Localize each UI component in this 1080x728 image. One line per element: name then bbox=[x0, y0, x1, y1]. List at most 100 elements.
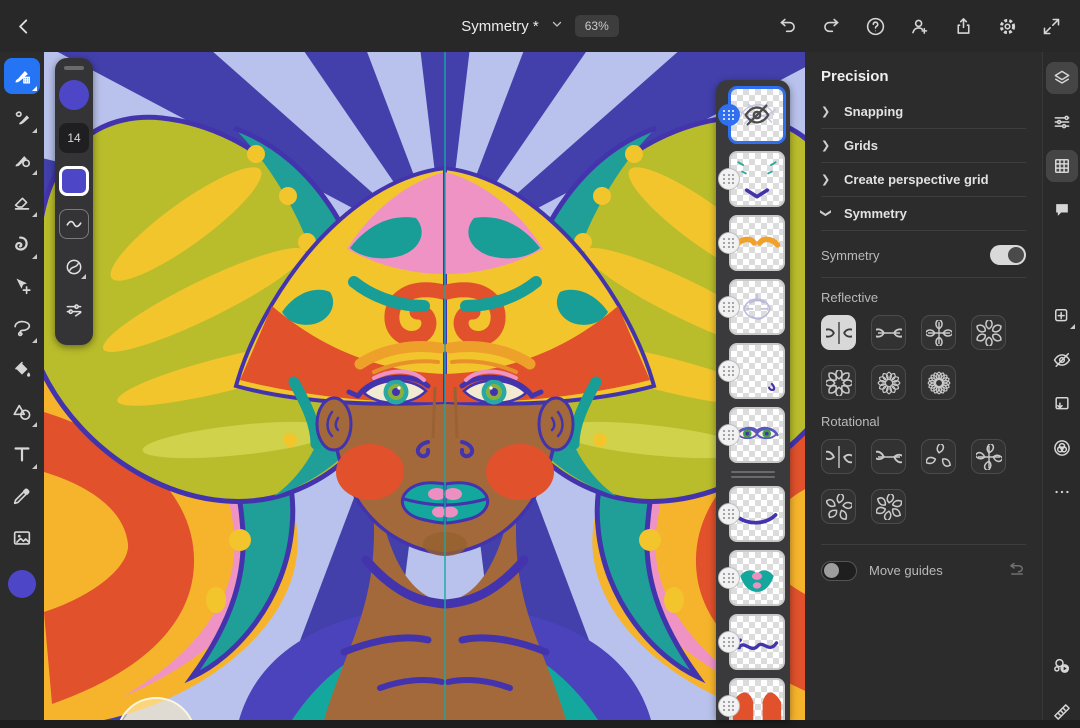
zoom-level-badge[interactable]: 63% bbox=[575, 15, 619, 37]
layer-item-marks[interactable] bbox=[729, 151, 785, 207]
layer-item-eyes[interactable] bbox=[729, 407, 785, 463]
symmetry-toggle[interactable] bbox=[990, 245, 1026, 265]
layer-options-chip[interactable] bbox=[718, 631, 740, 653]
layer-options-chip[interactable] bbox=[718, 695, 740, 717]
rotational-rotate-six-button[interactable] bbox=[871, 489, 906, 524]
layer-item-speck[interactable] bbox=[729, 343, 785, 399]
layer-options-chip[interactable] bbox=[718, 503, 740, 525]
layer-options-chip[interactable] bbox=[718, 360, 740, 382]
stabilizer-button[interactable] bbox=[59, 252, 89, 282]
topbar-actions bbox=[772, 11, 1080, 41]
layer-options-chip[interactable] bbox=[718, 104, 740, 126]
blend-modes-button[interactable] bbox=[1046, 432, 1078, 464]
lasso-select-tool[interactable] bbox=[4, 310, 40, 346]
brush-size-field[interactable]: 14 bbox=[59, 123, 89, 153]
layer-options-chip[interactable] bbox=[718, 168, 740, 190]
reflective-mirror-vertical-button[interactable] bbox=[821, 315, 856, 350]
reflective-mirror-four-way-button[interactable] bbox=[921, 315, 956, 350]
layers-button[interactable] bbox=[1046, 62, 1078, 94]
section-symmetry[interactable]: ❯ Symmetry bbox=[821, 197, 1026, 231]
help-icon[interactable] bbox=[860, 11, 890, 41]
smoothing-button[interactable] bbox=[59, 209, 89, 239]
layer-options-chip[interactable] bbox=[718, 567, 740, 589]
reset-undo-icon[interactable] bbox=[1008, 559, 1026, 582]
brush-preview-color[interactable] bbox=[59, 80, 89, 110]
layer-options-chip[interactable] bbox=[718, 296, 740, 318]
rotational-rotate-three-button[interactable] bbox=[921, 439, 956, 474]
section-grids[interactable]: ❯ Grids bbox=[821, 129, 1026, 163]
current-color-chip[interactable] bbox=[8, 570, 36, 598]
layer-item-lips[interactable] bbox=[729, 550, 785, 606]
rotational-rotate-five-button[interactable] bbox=[821, 489, 856, 524]
taskbar-rail bbox=[1042, 52, 1080, 720]
brush-properties-button[interactable] bbox=[1046, 106, 1078, 138]
pixel-brush-tool[interactable] bbox=[4, 58, 40, 94]
rotational-rotate-four-button[interactable] bbox=[971, 439, 1006, 474]
fill-tool[interactable] bbox=[4, 352, 40, 388]
rotational-rotate-two-button[interactable] bbox=[821, 439, 856, 474]
add-layer-button[interactable] bbox=[1046, 300, 1078, 332]
comment-button[interactable] bbox=[1046, 194, 1078, 226]
redo-icon[interactable] bbox=[816, 11, 846, 41]
section-snapping[interactable]: ❯ Snapping bbox=[821, 95, 1026, 129]
layer-item-orange-bits[interactable] bbox=[729, 678, 785, 720]
reflective-mirror-twelve-way-button[interactable] bbox=[871, 365, 906, 400]
title-chevron-down-icon[interactable] bbox=[551, 17, 563, 35]
section-label: Grids bbox=[844, 138, 878, 153]
chevron-right-icon: ❯ bbox=[821, 105, 831, 118]
section-label: Create perspective grid bbox=[844, 172, 989, 187]
fullscreen-icon[interactable] bbox=[1036, 11, 1066, 41]
smudge-tool[interactable] bbox=[4, 226, 40, 262]
reflective-label: Reflective bbox=[821, 290, 1026, 305]
timelapse-button[interactable] bbox=[1046, 650, 1078, 682]
undo-icon[interactable] bbox=[772, 11, 802, 41]
layer-options-chip[interactable] bbox=[718, 232, 740, 254]
color-swatch-button[interactable] bbox=[59, 166, 89, 196]
document-title: Symmetry * bbox=[461, 18, 539, 35]
section-perspective-grid[interactable]: ❯ Create perspective grid bbox=[821, 163, 1026, 197]
layer-item-squiggle[interactable] bbox=[729, 614, 785, 670]
eraser-tool[interactable] bbox=[4, 184, 40, 220]
eyedropper-tool[interactable] bbox=[4, 478, 40, 514]
layer-item-smile[interactable] bbox=[729, 486, 785, 542]
shapes-tool[interactable] bbox=[4, 394, 40, 430]
back-button[interactable] bbox=[2, 4, 46, 48]
layer-mask-button[interactable] bbox=[1046, 388, 1078, 420]
panel-drag-handle[interactable] bbox=[64, 66, 84, 70]
place-image-tool[interactable] bbox=[4, 520, 40, 556]
mixer-brush-tool[interactable] bbox=[4, 142, 40, 178]
top-bar: Symmetry * 63% bbox=[0, 0, 1080, 52]
invite-collaborator-icon[interactable] bbox=[904, 11, 934, 41]
rotational-label: Rotational bbox=[821, 414, 1026, 429]
brush-settings-button[interactable] bbox=[59, 295, 89, 325]
layer-item-eyebrows[interactable] bbox=[729, 215, 785, 271]
chevron-right-icon: ❯ bbox=[821, 139, 831, 152]
move-guides-label: Move guides bbox=[869, 563, 943, 578]
reflective-mirror-horizontal-button[interactable] bbox=[871, 315, 906, 350]
layer-item-sketch[interactable] bbox=[729, 87, 785, 143]
symmetry-toggle-row: Symmetry bbox=[821, 245, 1026, 265]
chevron-right-icon: ❯ bbox=[821, 173, 831, 186]
drawing-canvas[interactable] bbox=[44, 52, 805, 720]
more-options-button[interactable] bbox=[1046, 476, 1078, 508]
settings-icon[interactable] bbox=[992, 11, 1022, 41]
rotational-rotate-two-diagonal-button[interactable] bbox=[871, 439, 906, 474]
section-label: Snapping bbox=[844, 104, 903, 119]
move-tool[interactable] bbox=[4, 268, 40, 304]
reflective-mirror-six-way-button[interactable] bbox=[971, 315, 1006, 350]
layers-strip bbox=[716, 80, 790, 720]
precision-button[interactable] bbox=[1046, 150, 1078, 182]
ruler-button[interactable] bbox=[1046, 696, 1078, 728]
tool-rail bbox=[0, 52, 44, 720]
hide-layer-button[interactable] bbox=[1046, 344, 1078, 376]
move-guides-toggle[interactable] bbox=[821, 561, 857, 581]
share-icon[interactable] bbox=[948, 11, 978, 41]
symmetry-toggle-label: Symmetry bbox=[821, 248, 880, 263]
layer-options-chip[interactable] bbox=[718, 424, 740, 446]
live-brush-tool[interactable] bbox=[4, 100, 40, 136]
layer-item-face-sketch[interactable] bbox=[729, 279, 785, 335]
text-tool[interactable] bbox=[4, 436, 40, 472]
reflective-mirror-eight-way-button[interactable] bbox=[821, 365, 856, 400]
reflective-mirror-sixteen-way-button[interactable] bbox=[921, 365, 956, 400]
panel-title: Precision bbox=[821, 68, 1026, 85]
